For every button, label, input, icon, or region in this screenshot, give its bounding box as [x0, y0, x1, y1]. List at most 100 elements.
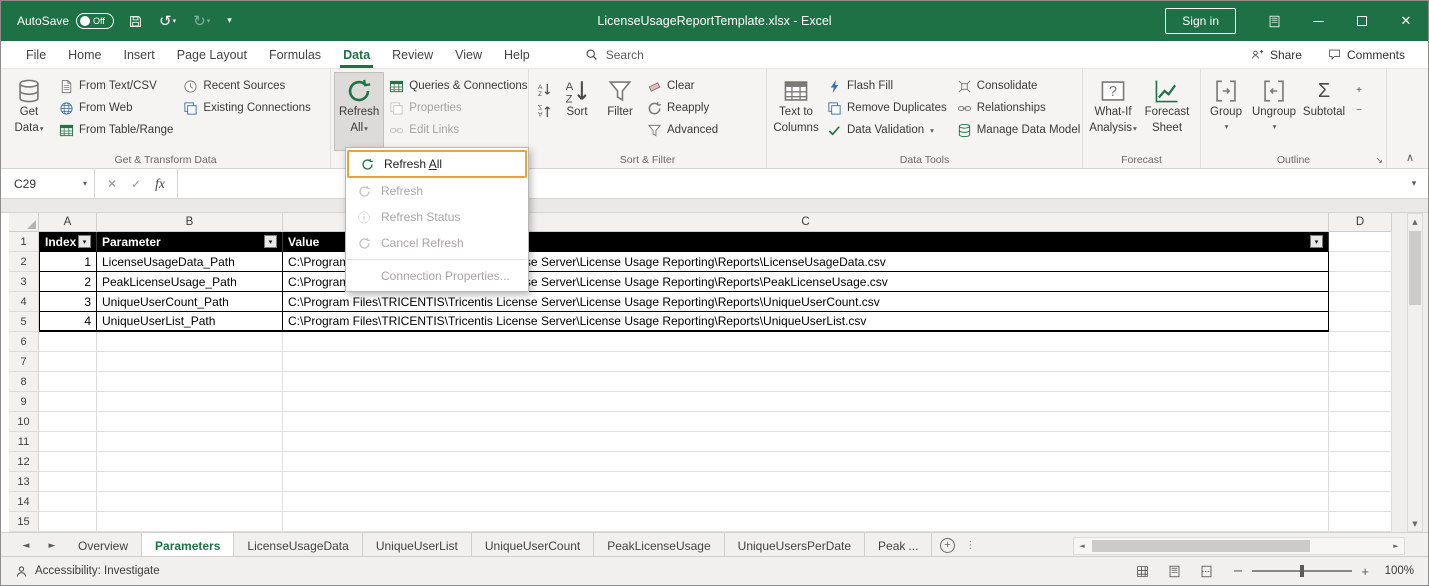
row-header-13[interactable]: 13 [9, 472, 39, 492]
row-header-5[interactable]: 5 [9, 312, 39, 332]
horizontal-scroll-thumb[interactable] [1092, 540, 1310, 552]
empty-cell[interactable] [39, 432, 97, 452]
row-header-7[interactable]: 7 [9, 352, 39, 372]
new-sheet-button[interactable]: + [932, 533, 962, 558]
remove-duplicates-button[interactable]: Remove Duplicates [822, 97, 952, 119]
cell-d3[interactable] [1329, 272, 1392, 292]
flash-fill-button[interactable]: Flash Fill [822, 75, 952, 97]
tab-data[interactable]: Data [332, 41, 381, 68]
tab-review[interactable]: Review [381, 41, 444, 68]
row-header-2[interactable]: 2 [9, 252, 39, 272]
row-header-15[interactable]: 15 [9, 512, 39, 532]
empty-cell[interactable] [39, 372, 97, 392]
sheet-tab-licenseusagedata[interactable]: LicenseUsageData [234, 533, 362, 558]
empty-cell[interactable] [283, 452, 1329, 472]
cell-b4[interactable]: UniqueUserCount_Path [97, 292, 283, 312]
cell-d5[interactable] [1329, 312, 1392, 332]
zoom-in-button[interactable]: + [1361, 564, 1369, 579]
menu-item-refresh-status[interactable]: ⓘ Refresh Status [346, 204, 528, 230]
filter-dropdown-value[interactable]: ▾ [1310, 235, 1323, 248]
empty-cell[interactable] [1329, 492, 1392, 512]
confirm-entry-button[interactable]: ✓ [125, 177, 147, 191]
text-to-columns-button[interactable]: Text to Columns [770, 72, 822, 151]
from-text-csv-button[interactable]: From Text/CSV [54, 75, 178, 97]
sheet-tab-overview[interactable]: Overview [65, 533, 142, 558]
properties-button[interactable]: Properties [384, 97, 532, 119]
empty-cell[interactable] [97, 472, 283, 492]
undo-button[interactable]: ↺▾ [157, 8, 178, 34]
empty-cell[interactable] [1329, 332, 1392, 352]
empty-cell[interactable] [97, 512, 283, 532]
empty-cell[interactable] [1329, 432, 1392, 452]
scroll-right-button[interactable]: ► [1388, 542, 1404, 550]
ribbon-display-options-button[interactable] [1252, 1, 1296, 41]
row-header-12[interactable]: 12 [9, 452, 39, 472]
empty-cell[interactable] [39, 472, 97, 492]
customize-qat-button[interactable]: ▾ [225, 8, 234, 34]
insert-function-button[interactable]: fx [149, 176, 171, 192]
sheet-tab-uniqueuserlist[interactable]: UniqueUserList [363, 533, 472, 558]
tab-scroll-splitter[interactable]: ⋮ [962, 533, 978, 558]
expand-formula-bar-button[interactable]: ▾ [1400, 169, 1428, 198]
manage-data-model-button[interactable]: Manage Data Model [952, 119, 1086, 141]
page-break-preview-button[interactable] [1197, 561, 1217, 581]
row-header-6[interactable]: 6 [9, 332, 39, 352]
edit-links-button[interactable]: Edit Links [384, 119, 532, 141]
advanced-button[interactable]: Advanced [642, 119, 723, 141]
forecast-sheet-button[interactable]: Forecast Sheet [1140, 72, 1194, 151]
vertical-scroll-thumb[interactable] [1409, 231, 1421, 305]
from-table-range-button[interactable]: From Table/Range [54, 119, 178, 141]
cell-b2[interactable]: LicenseUsageData_Path [97, 252, 283, 272]
redo-button[interactable]: ↻▾ [191, 8, 212, 34]
empty-cell[interactable] [1329, 512, 1392, 532]
row-header-4[interactable]: 4 [9, 292, 39, 312]
close-button[interactable]: ✕ [1384, 1, 1428, 41]
autosave-toggle[interactable]: AutoSave Off [17, 13, 114, 29]
sort-button[interactable]: Sort [556, 72, 598, 151]
empty-cell[interactable] [39, 332, 97, 352]
sheet-tab-uniqueusercount[interactable]: UniqueUserCount [472, 533, 594, 558]
sheet-nav-right-button[interactable]: ► [39, 533, 65, 558]
refresh-all-button[interactable]: Refresh All▾ [334, 72, 384, 151]
sheet-tab-parameters[interactable]: Parameters [142, 533, 234, 558]
subtotal-button[interactable]: Σ Subtotal [1300, 72, 1348, 151]
empty-cell[interactable] [97, 492, 283, 512]
sheet-tab-peaklicenseusage[interactable]: PeakLicenseUsage [594, 533, 724, 558]
cell-d4[interactable] [1329, 292, 1392, 312]
empty-cell[interactable] [283, 412, 1329, 432]
queries-connections-button[interactable]: Queries & Connections [384, 75, 532, 97]
row-header-9[interactable]: 9 [9, 392, 39, 412]
ungroup-button[interactable]: Ungroup ▾ [1248, 72, 1300, 151]
cell-a2[interactable]: 1 [39, 252, 97, 272]
empty-cell[interactable] [39, 352, 97, 372]
empty-cell[interactable] [283, 332, 1329, 352]
tab-home[interactable]: Home [57, 41, 112, 68]
scroll-left-button[interactable]: ◄ [1074, 542, 1090, 550]
empty-cell[interactable] [283, 352, 1329, 372]
empty-cell[interactable] [283, 472, 1329, 492]
tab-view[interactable]: View [444, 41, 493, 68]
recent-sources-button[interactable]: Recent Sources [178, 75, 315, 97]
empty-cell[interactable] [1329, 352, 1392, 372]
cell-a5[interactable]: 4 [39, 312, 97, 332]
cell-b3[interactable]: PeakLicenseUsage_Path [97, 272, 283, 292]
column-header-d[interactable]: D [1329, 213, 1392, 232]
cell-a4[interactable]: 3 [39, 292, 97, 312]
menu-item-connection-properties[interactable]: Connection Properties... [346, 263, 528, 289]
get-data-button[interactable]: Get Data▾ [4, 72, 54, 151]
tab-page-layout[interactable]: Page Layout [166, 41, 258, 68]
row-header-1[interactable]: 1 [9, 232, 39, 252]
empty-cell[interactable] [283, 392, 1329, 412]
empty-cell[interactable] [283, 512, 1329, 532]
existing-connections-button[interactable]: Existing Connections [178, 97, 315, 119]
select-all-corner[interactable] [9, 213, 39, 232]
empty-cell[interactable] [1329, 392, 1392, 412]
group-button[interactable]: Group ▾ [1204, 72, 1248, 151]
empty-cell[interactable] [39, 512, 97, 532]
zoom-level[interactable]: 100% [1378, 565, 1414, 577]
sheet-nav-left-button[interactable]: ◄ [13, 533, 39, 558]
empty-cell[interactable] [97, 452, 283, 472]
row-header-11[interactable]: 11 [9, 432, 39, 452]
empty-cell[interactable] [39, 412, 97, 432]
collapse-ribbon-button[interactable]: ∧ [1406, 151, 1414, 164]
